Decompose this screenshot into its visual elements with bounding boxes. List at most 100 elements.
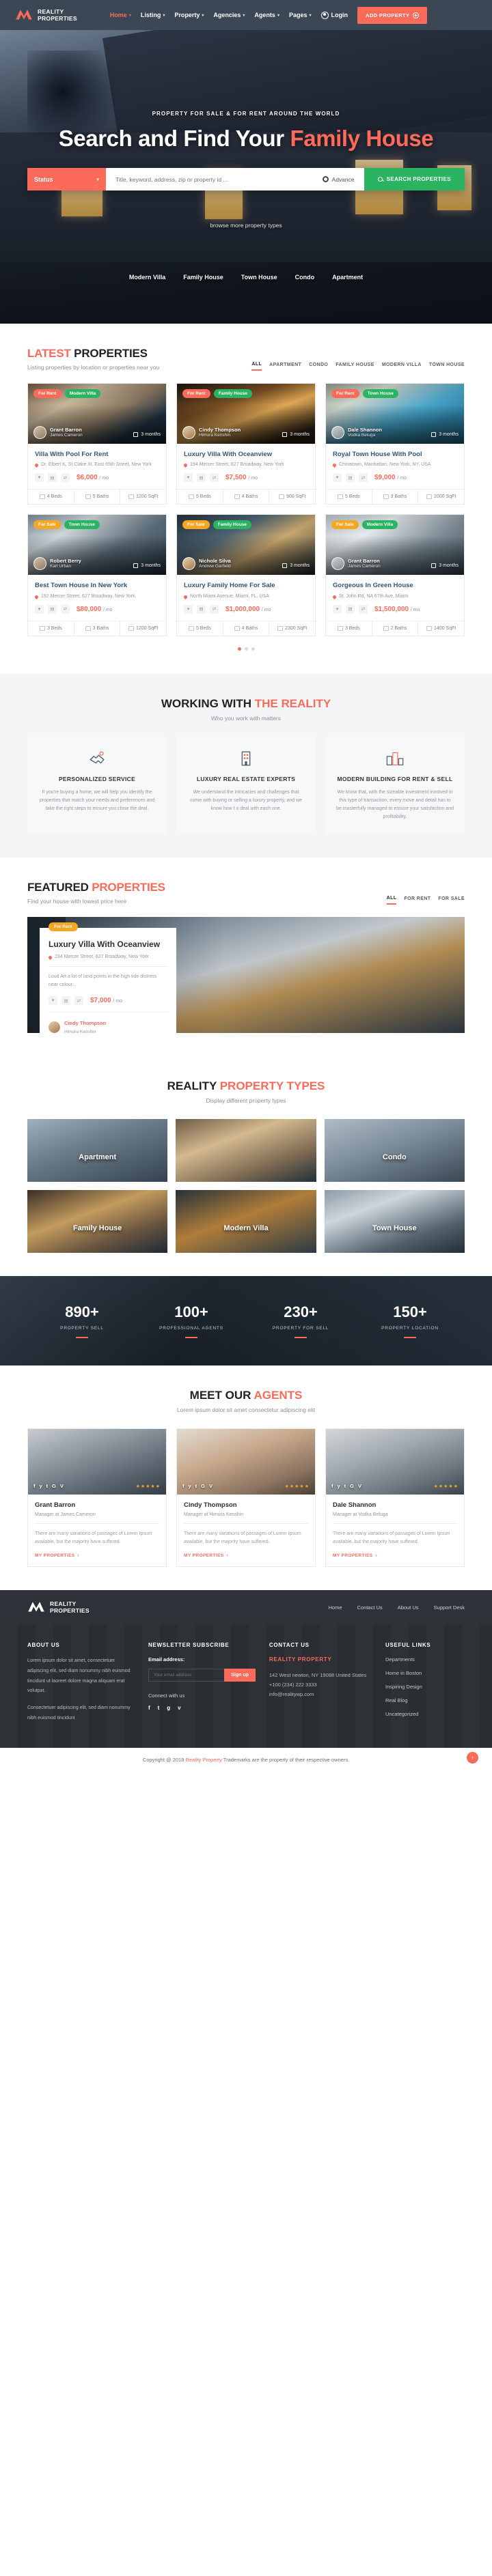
compare-icon[interactable]: ⇄ [210, 473, 219, 483]
featured-filter-all[interactable]: ALL [386, 896, 397, 905]
compare-icon[interactable]: ⇄ [74, 996, 83, 1006]
nav-item-property[interactable]: Property ▾ [174, 12, 204, 18]
hero-ptype-town-house[interactable]: Town House [241, 274, 277, 281]
carousel-dot-3[interactable] [251, 647, 255, 651]
footer-link-inspiring-design[interactable]: Inspiring Design [385, 1684, 465, 1690]
youtube-icon[interactable]: y [189, 1483, 191, 1489]
my-properties-link[interactable]: MY PROPERTIES › [184, 1553, 228, 1558]
ptype-tile-family-house[interactable]: Family House [27, 1189, 168, 1253]
hero-ptype-modern-villa[interactable]: Modern Villa [129, 274, 165, 281]
property-image[interactable]: For Rent Family House Cindy Thompson Him… [177, 384, 315, 444]
compare-icon[interactable]: ⇄ [210, 604, 219, 614]
twitter-icon[interactable]: t [158, 1705, 160, 1711]
property-card[interactable]: For Rent Modern Villa Grant Barron James… [27, 383, 167, 505]
footer-phone[interactable]: +100 (234) 222 3333 [269, 1680, 372, 1690]
google-icon[interactable]: g [167, 1705, 170, 1711]
favorite-icon[interactable]: ♥ [49, 996, 57, 1006]
favorite-icon[interactable]: ♥ [333, 473, 342, 483]
footer-nav-about-us[interactable]: About Us [398, 1604, 419, 1611]
favorite-icon[interactable]: ♥ [333, 604, 342, 614]
newsletter-email-input[interactable] [148, 1669, 225, 1682]
twitter-icon[interactable]: t [344, 1483, 346, 1489]
ptype-tile-condo[interactable]: Condo [324, 1118, 465, 1182]
save-icon[interactable]: ▤ [346, 604, 355, 614]
save-icon[interactable]: ▤ [48, 604, 57, 614]
site-logo[interactable]: REALITY PROPERTIES [15, 8, 77, 23]
property-image[interactable]: For Sale Modern Villa Grant Barron James… [326, 515, 464, 576]
filter-apartment[interactable]: APARTMENT [269, 363, 301, 370]
search-properties-button[interactable]: SEARCH PROPERTIES [364, 168, 465, 190]
vimeo-icon[interactable]: v [178, 1705, 180, 1711]
facebook-icon[interactable]: f [182, 1483, 184, 1489]
property-title[interactable]: Best Town House In New York [35, 582, 159, 590]
hero-ptype-condo[interactable]: Condo [295, 274, 315, 281]
footer-link-home-in-boston[interactable]: Home in Boston [385, 1670, 465, 1676]
footer-link-real-blog[interactable]: Real Blog [385, 1697, 465, 1703]
facebook-icon[interactable]: f [148, 1705, 150, 1711]
nav-item-listing[interactable]: Listing ▾ [141, 12, 165, 18]
property-title[interactable]: Luxury Villa With Oceanview [184, 451, 308, 459]
property-title[interactable]: Royal Town House With Pool [333, 451, 457, 459]
footer-nav-home[interactable]: Home [329, 1604, 342, 1611]
property-card[interactable]: For Sale Modern Villa Grant Barron James… [325, 514, 465, 636]
property-image[interactable]: For Sale Town House Robert Berry Karl Ur… [28, 515, 166, 576]
youtube-icon[interactable]: y [40, 1483, 42, 1489]
save-icon[interactable]: ▤ [346, 473, 355, 483]
vimeo-icon[interactable]: V [60, 1483, 64, 1489]
property-card[interactable]: For Sale Town House Robert Berry Karl Ur… [27, 514, 167, 636]
property-image[interactable]: For Rent Town House Dale Shannon Vodka B… [326, 384, 464, 444]
my-properties-link[interactable]: MY PROPERTIES › [333, 1553, 377, 1558]
vimeo-icon[interactable]: V [358, 1483, 361, 1489]
favorite-icon[interactable]: ♥ [35, 604, 44, 614]
favorite-icon[interactable]: ♥ [184, 604, 193, 614]
save-icon[interactable]: ▤ [48, 473, 57, 483]
twitter-icon[interactable]: t [46, 1483, 49, 1489]
search-input[interactable] [106, 168, 313, 190]
my-properties-link[interactable]: MY PROPERTIES › [35, 1553, 79, 1558]
hero-ptype-family-house[interactable]: Family House [183, 274, 223, 281]
filter-modern-villa[interactable]: MODERN VILLA [382, 363, 422, 370]
property-image[interactable]: For Sale Family House Nichole Silva Andr… [177, 515, 315, 576]
agent-card[interactable]: f y t G V ★★★★★ Cindy Thompson Manager a… [176, 1428, 316, 1568]
filter-family-house[interactable]: FAMILY HOUSE [336, 363, 374, 370]
footer-logo[interactable]: REALITY PROPERTIES [27, 1600, 90, 1615]
compare-icon[interactable]: ⇄ [359, 604, 368, 614]
facebook-icon[interactable]: f [331, 1483, 333, 1489]
status-select[interactable]: Status ▾ [27, 168, 106, 190]
ptype-tile-town-house[interactable]: Town House [324, 1189, 465, 1253]
property-card[interactable]: For Rent Town House Dale Shannon Vodka B… [325, 383, 465, 505]
footer-nav-support-desk[interactable]: Support Desk [434, 1604, 465, 1611]
save-icon[interactable]: ▤ [197, 604, 206, 614]
agent-card[interactable]: f y t G V ★★★★★ Dale Shannon Manager at … [325, 1428, 465, 1568]
nav-item-home[interactable]: Home ▾ [110, 12, 131, 18]
featured-filter-for-rent[interactable]: FOR RENT [404, 896, 430, 904]
property-title[interactable]: Luxury Family Home For Sale [184, 582, 308, 590]
save-icon[interactable]: ▤ [62, 996, 70, 1006]
carousel-dot-2[interactable] [244, 647, 248, 651]
filter-all[interactable]: ALL [251, 362, 262, 371]
nav-item-pages[interactable]: Pages ▾ [289, 12, 312, 18]
hero-ptype-apartment[interactable]: Apartment [332, 274, 363, 281]
featured-filter-for-sale[interactable]: FOR SALE [438, 896, 465, 904]
google-icon[interactable]: G [350, 1483, 354, 1489]
property-card[interactable]: For Sale Family House Nichole Silva Andr… [176, 514, 316, 636]
property-image[interactable]: For Rent Modern Villa Grant Barron James… [28, 384, 166, 444]
compare-icon[interactable]: ⇄ [61, 604, 70, 614]
back-to-top-button[interactable]: ↑ [467, 1752, 478, 1764]
nav-item-agents[interactable]: Agents ▾ [254, 12, 279, 18]
login-button[interactable]: Login [320, 11, 348, 19]
filter-town-house[interactable]: TOWN HOUSE [429, 363, 465, 370]
google-icon[interactable]: G [201, 1483, 205, 1489]
favorite-icon[interactable]: ♥ [35, 473, 44, 483]
twitter-icon[interactable]: t [195, 1483, 197, 1489]
footer-link-uncategorized[interactable]: Uncategorized [385, 1711, 465, 1717]
property-title[interactable]: Gorgeous In Green House [333, 582, 457, 590]
carousel-dot-1[interactable] [237, 647, 241, 651]
facebook-icon[interactable]: f [33, 1483, 36, 1489]
nav-item-agencies[interactable]: Agencies ▾ [213, 12, 245, 18]
favorite-icon[interactable]: ♥ [184, 473, 193, 483]
agent-card[interactable]: f y t G V ★★★★★ Grant Barron Manager at … [27, 1428, 167, 1568]
newsletter-signup-button[interactable]: Sign up [224, 1669, 256, 1682]
compare-icon[interactable]: ⇄ [359, 473, 368, 483]
vimeo-icon[interactable]: V [209, 1483, 213, 1489]
